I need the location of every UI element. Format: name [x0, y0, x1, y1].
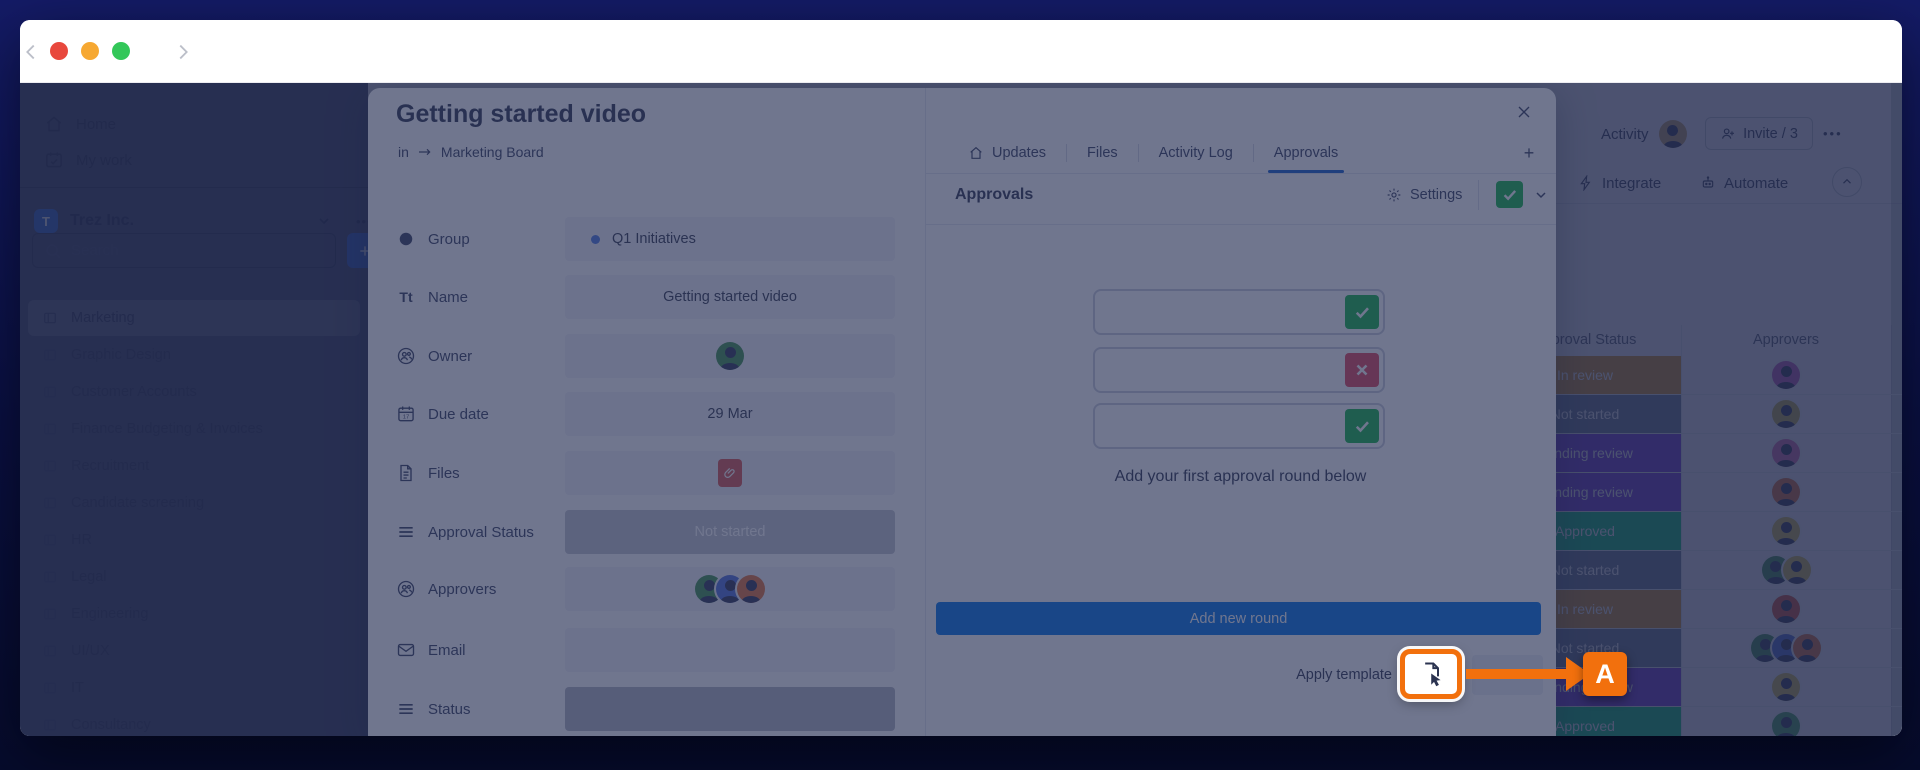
tutorial-dim-overlay	[20, 83, 1902, 736]
window-zoom-button[interactable]	[112, 42, 130, 60]
browser-toolbar	[20, 20, 1902, 83]
window-minimize-button[interactable]	[81, 42, 99, 60]
nav-back-icon[interactable]	[20, 41, 42, 63]
nav-forward-icon[interactable]	[172, 41, 194, 63]
apply-template-button[interactable]	[1400, 649, 1462, 699]
annotation-arrow	[1466, 669, 1570, 679]
window-close-button[interactable]	[50, 42, 68, 60]
annotation-badge-a: A	[1583, 652, 1627, 696]
app-window: HomeMy work T Trez Inc. ••• Search Marke…	[20, 20, 1902, 736]
app-body: HomeMy work T Trez Inc. ••• Search Marke…	[20, 83, 1902, 736]
